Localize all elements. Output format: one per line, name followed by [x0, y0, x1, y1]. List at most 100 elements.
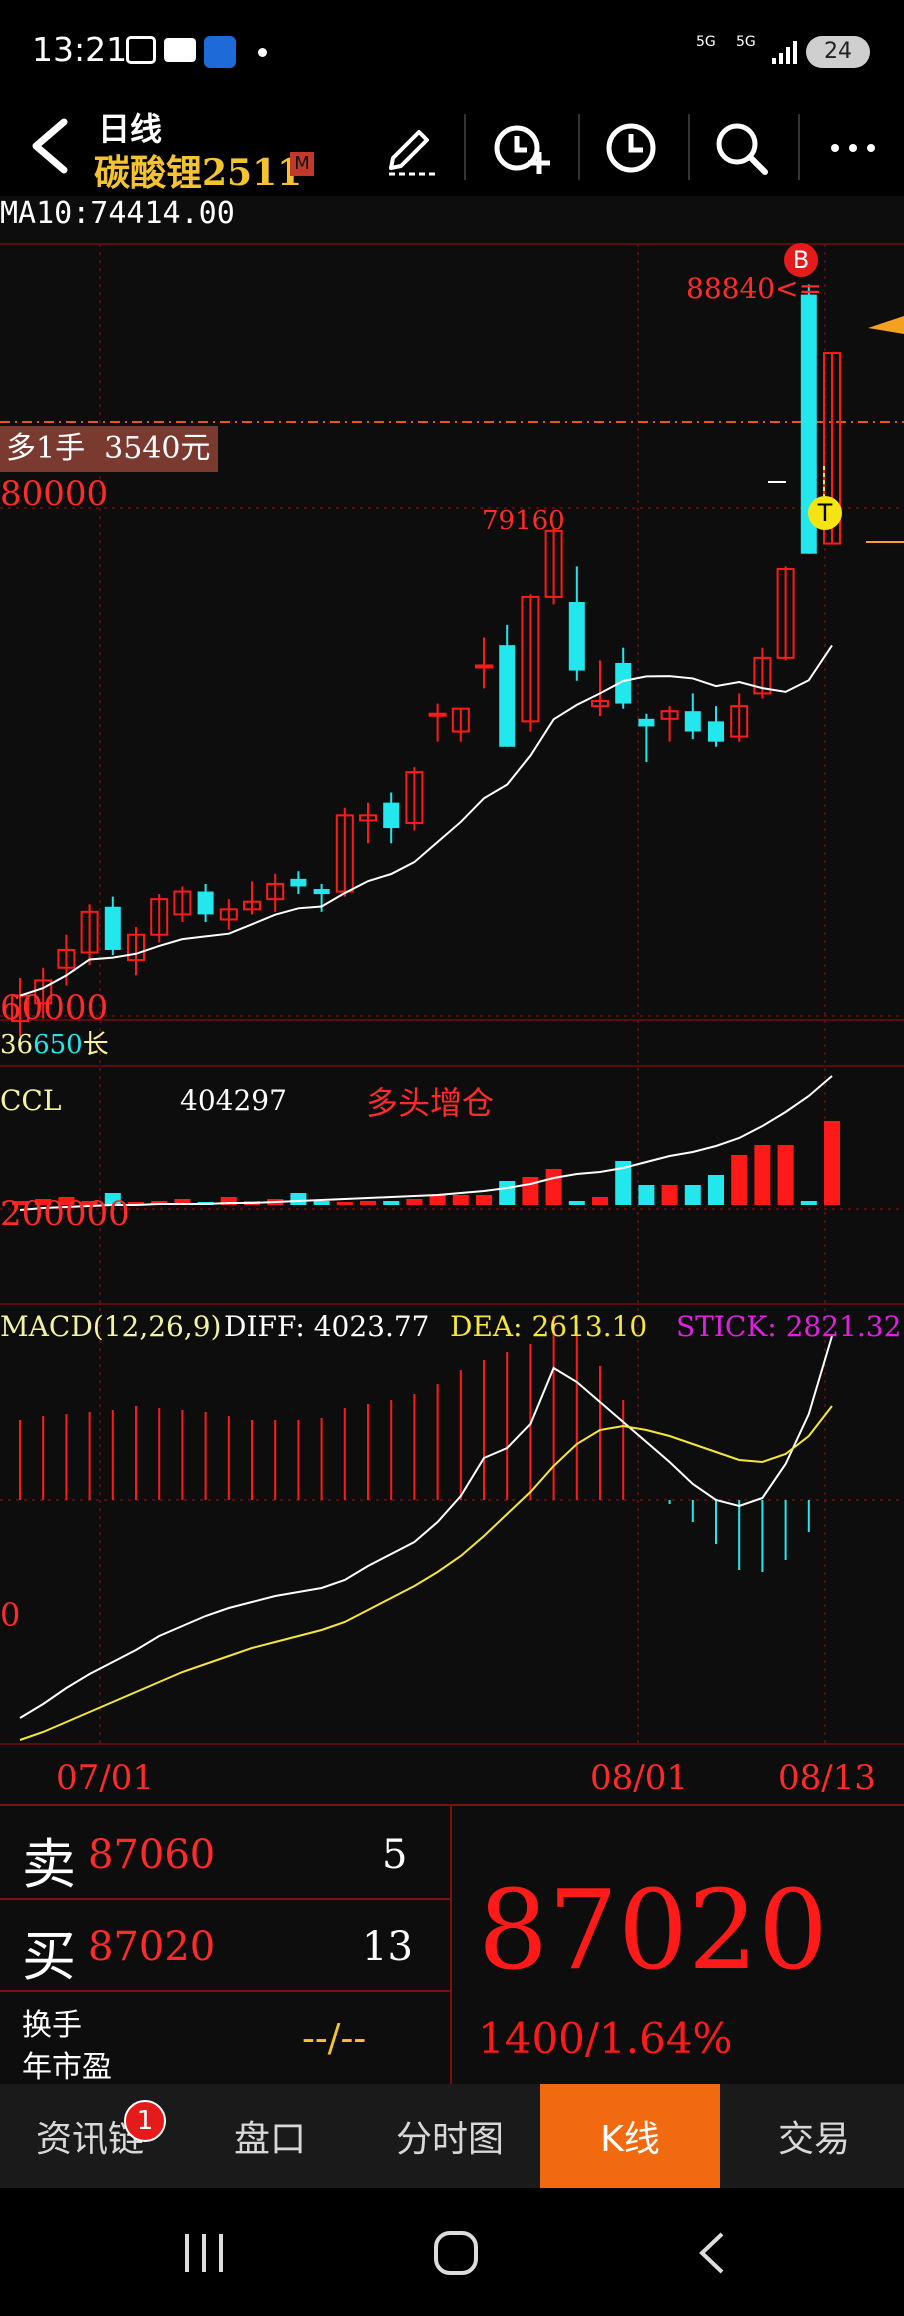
pe-label: 年市盈	[22, 2050, 112, 2085]
ccl-bar	[360, 1201, 376, 1205]
buy-signal-marker[interactable]: B	[784, 243, 818, 277]
ccl-bar	[592, 1197, 608, 1205]
signal-5g-1: 5G	[696, 34, 716, 50]
date-label: 08/01	[590, 1758, 688, 1798]
app-header: 日线 碳酸锂2511 M	[0, 100, 904, 196]
search-button[interactable]	[706, 108, 776, 188]
system-nav-bar	[0, 2188, 904, 2316]
candle-body	[475, 664, 493, 669]
more-dots-icon	[831, 144, 875, 152]
macd-zero: 0	[0, 1596, 21, 1634]
home-button[interactable]	[416, 2218, 496, 2288]
back-button[interactable]	[14, 106, 84, 186]
dot-icon	[258, 48, 267, 57]
date-label: 07/01	[56, 1758, 154, 1798]
home-icon	[434, 2231, 478, 2275]
candle-body	[499, 645, 516, 747]
ccl-bar	[731, 1155, 748, 1205]
signal-5g-2: 5G	[736, 34, 756, 50]
ccl-bar	[824, 1121, 840, 1205]
system-back-button[interactable]	[672, 2218, 752, 2288]
macd-diff: DIFF: 4023.77	[224, 1310, 430, 1343]
ccl-bar	[336, 1202, 353, 1205]
ccl-bar	[638, 1185, 655, 1205]
sell-volume: 5	[382, 1832, 408, 1878]
peak-price-label: 79160	[482, 506, 565, 536]
add-alert-button[interactable]	[486, 108, 556, 188]
date-label: 08/13	[778, 1758, 876, 1798]
header-divider	[464, 114, 466, 180]
quote-panel: 卖 87060 5 买 87020 13 换手 年市盈 --/-- 87020 …	[0, 1804, 904, 2086]
ma10-polyline	[19, 644, 833, 997]
low-label-b: 650	[33, 1030, 83, 1060]
price-change: 1400/1.64%	[478, 2014, 733, 2063]
last-price: 87020	[478, 1866, 828, 1994]
candle-body	[197, 891, 214, 915]
turnover-label: 换手	[22, 2008, 82, 2043]
ccl-bar	[777, 1145, 794, 1205]
position-tag[interactable]: 多1手 3540元	[0, 426, 218, 472]
candle-body	[290, 878, 307, 887]
ccl-bar	[429, 1195, 446, 1205]
header-divider	[798, 114, 800, 180]
back-arrow-icon	[32, 118, 68, 174]
ma10-label: MA10:74414.00	[0, 196, 235, 231]
search-icon	[716, 123, 768, 175]
ccl-signal: 多头增仓	[366, 1084, 495, 1122]
tab-trade[interactable]: 交易	[724, 2084, 904, 2188]
pencil-icon	[389, 130, 437, 176]
price-pointer	[868, 316, 904, 334]
ccl-bar	[708, 1175, 724, 1205]
sell-price[interactable]: 87060	[88, 1832, 215, 1878]
tab-kline[interactable]: K线	[540, 2084, 720, 2188]
candles	[11, 284, 841, 1037]
draw-button[interactable]	[378, 108, 444, 188]
header-divider	[688, 114, 690, 180]
macd-stick: STICK: 2821.32	[676, 1310, 902, 1343]
symbol-title: 碳酸锂2511	[94, 152, 303, 194]
ccl-bar	[476, 1195, 492, 1205]
macd-dea: DEA: 2613.10	[450, 1310, 648, 1343]
order-book: 卖 87060 5 买 87020 13 换手 年市盈 --/--	[0, 1806, 452, 2085]
tab-label: 盘口	[233, 2119, 306, 2160]
signal-bars-icon	[770, 38, 798, 66]
ccl-bar	[661, 1185, 678, 1205]
tab-order-book[interactable]: 盘口	[180, 2084, 360, 2188]
clock-plus-icon	[494, 125, 550, 174]
tab-label: 分时图	[395, 2119, 504, 2160]
screenshot-icon	[126, 36, 156, 64]
candle-body	[313, 889, 330, 895]
buy-price[interactable]: 87020	[88, 1924, 215, 1970]
low-label: 36650长	[0, 1024, 109, 1061]
ccl-bar	[800, 1201, 817, 1205]
recent-apps-icon	[185, 2234, 223, 2272]
buy-label: 买	[22, 1925, 76, 1988]
kline-chart[interactable]: MA10:74414.00 多1手 3540元 88840<= B T 7916…	[0, 196, 904, 1804]
ccl-bar	[452, 1195, 469, 1205]
history-button[interactable]	[596, 108, 666, 188]
clock-icon	[606, 123, 656, 173]
candle-body	[638, 718, 655, 727]
battery-indicator: 24	[806, 36, 870, 68]
ccl-axis-200000: 200000	[0, 1194, 130, 1234]
bottom-tab-bar: 资讯链 1 盘口 分时图 K线 交易	[0, 2084, 904, 2188]
ccl-bar	[499, 1181, 516, 1205]
ma10-line	[19, 644, 833, 997]
ccl-bar	[545, 1169, 562, 1205]
tab-intraday[interactable]: 分时图	[360, 2084, 540, 2188]
macd-bars	[19, 1316, 833, 1741]
low-label-c: 长	[82, 1030, 109, 1060]
buy-volume: 13	[362, 1924, 413, 1970]
low-label-a: 36	[0, 1030, 34, 1060]
back-chevron-icon	[699, 2232, 724, 2274]
price-axis-60000: 60000	[0, 988, 109, 1028]
sell-label: 卖	[22, 1833, 76, 1896]
status-time: 13:21	[32, 30, 128, 69]
t-signal-marker[interactable]: T	[808, 496, 842, 530]
candle-body	[383, 802, 400, 829]
recent-apps-button[interactable]	[164, 2218, 244, 2288]
more-button[interactable]	[818, 108, 888, 188]
tab-label: 交易	[777, 2119, 850, 2160]
app-notification-icon	[204, 36, 236, 68]
ccl-bar	[522, 1177, 539, 1205]
